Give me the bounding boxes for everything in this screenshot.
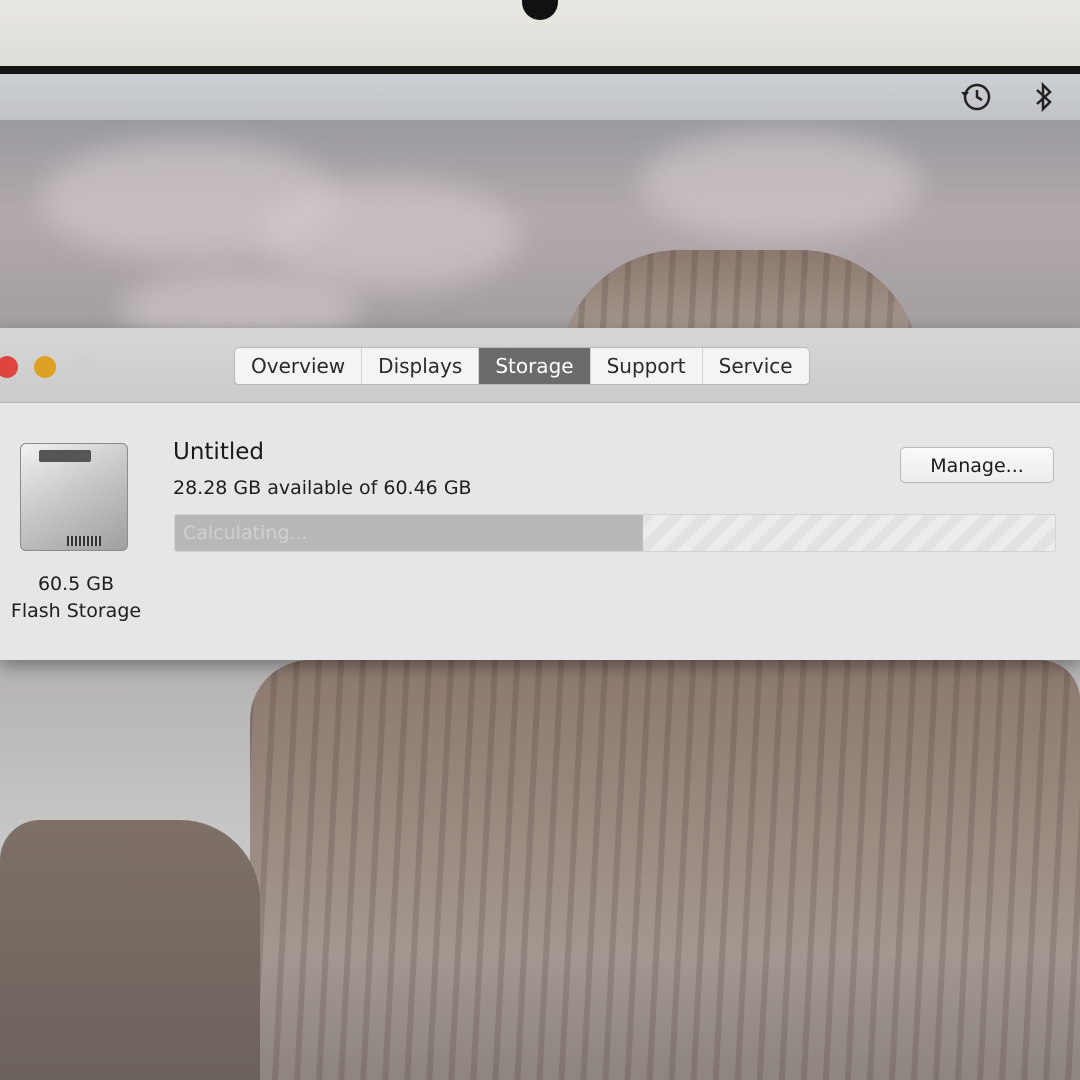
tab-service[interactable]: Service <box>703 348 809 384</box>
laptop-bezel <box>0 0 1080 68</box>
menu-bar <box>0 74 1080 120</box>
hard-drive-icon <box>20 443 128 551</box>
tab-support[interactable]: Support <box>591 348 703 384</box>
window-titlebar: Overview Displays Storage Support Servic… <box>0 328 1080 403</box>
manage-button[interactable]: Manage... <box>900 447 1054 483</box>
volume-availability: 28.28 GB available of 60.46 GB <box>173 477 472 499</box>
screen-edge <box>0 66 1080 74</box>
about-this-mac-window: Overview Displays Storage Support Servic… <box>0 328 1080 660</box>
tab-bar: Overview Displays Storage Support Servic… <box>234 347 810 385</box>
camera-notch <box>522 0 558 20</box>
close-button[interactable] <box>0 356 18 378</box>
disk-size: 60.5 GB <box>37 573 115 595</box>
tab-displays[interactable]: Displays <box>362 348 480 384</box>
time-machine-icon[interactable] <box>958 82 994 112</box>
storage-pane: 60.5 GB Flash Storage Untitled 28.28 GB … <box>0 403 1080 660</box>
storage-usage-bar: Calculating... <box>174 514 1056 552</box>
zoom-button <box>74 356 96 378</box>
minimize-button[interactable] <box>34 356 56 378</box>
volume-name: Untitled <box>173 439 264 465</box>
calculating-status: Calculating... <box>183 522 308 544</box>
tab-overview[interactable]: Overview <box>235 348 363 384</box>
bluetooth-icon[interactable] <box>1032 81 1056 113</box>
tab-storage[interactable]: Storage <box>479 348 591 384</box>
disk-type: Flash Storage <box>10 600 142 622</box>
